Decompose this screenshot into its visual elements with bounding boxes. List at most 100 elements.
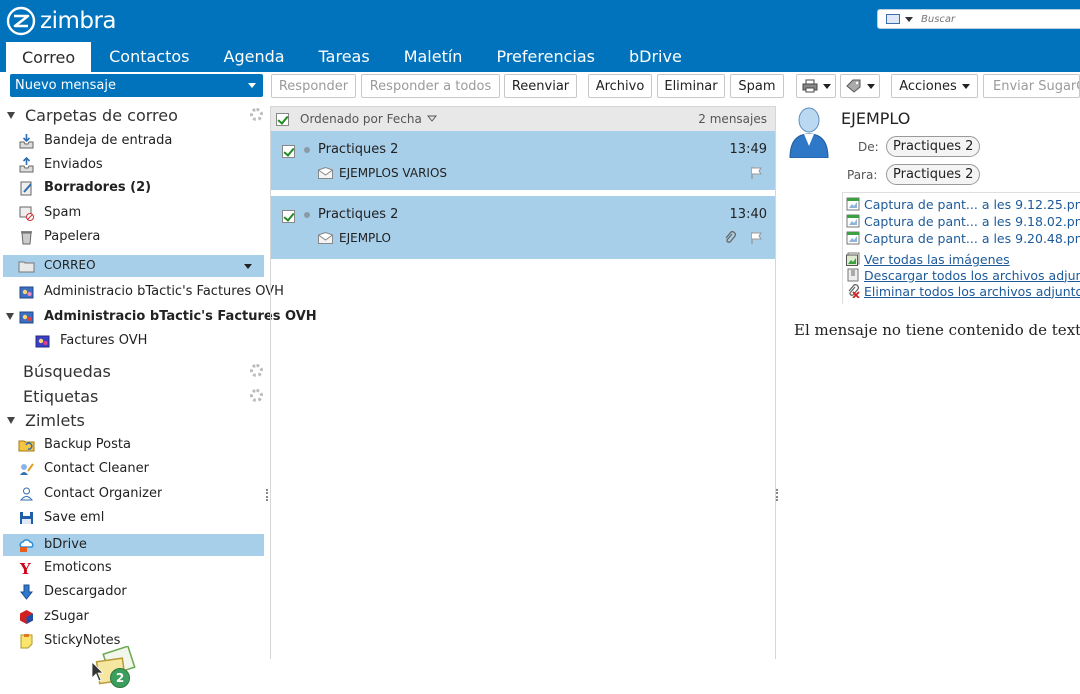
forward-button[interactable]: Reenviar [504, 74, 577, 98]
envelope-icon [318, 167, 333, 179]
folder-correo[interactable]: CORREO [3, 255, 264, 277]
splitter-handle[interactable] [266, 489, 268, 501]
tab-bdrive[interactable]: bDrive [613, 42, 698, 70]
zimbra-logo[interactable]: zimbra [6, 6, 117, 36]
zimlet-label: zSugar [44, 609, 89, 624]
folder-drafts[interactable]: Borradores (2) [0, 177, 265, 199]
send-sugarcrm-button[interactable]: Enviar SugarCRM [983, 74, 1080, 98]
mail-search-type-icon[interactable] [886, 14, 900, 24]
select-all-checkbox[interactable] [276, 112, 289, 126]
zimlet-label: Emoticons [44, 560, 112, 575]
zimlet-label: Descargador [44, 584, 127, 599]
reading-pane: EJEMPLO De: Practiques 2 Para: Practique… [781, 100, 1080, 659]
zimlet-emoticons[interactable]: Y Emoticons [0, 557, 265, 579]
view-all-images-label: Ver todas las imágenes [864, 251, 1010, 267]
collapse-triangle-icon[interactable] [7, 111, 15, 119]
download-all-label: Descargar todos los archivos adjuntos [864, 267, 1080, 283]
folder-trash[interactable]: Papelera [0, 226, 265, 248]
tags-header[interactable]: Etiquetas [0, 384, 265, 408]
list-header: Ordenado por Fecha 2 mensajes [271, 107, 775, 131]
folder-factures-ovh[interactable]: Factures OVH [0, 330, 265, 352]
message-checkbox[interactable] [282, 210, 295, 223]
zimbra-logo-icon [6, 6, 36, 36]
recipient-pill[interactable]: Practiques 2 [886, 164, 981, 185]
contact-avatar-icon [789, 107, 829, 158]
attachment-name: Captura de pant... a les 9.12.25.png [864, 196, 1080, 212]
zimlet-zsugar[interactable]: zSugar [0, 606, 265, 628]
chevron-down-icon[interactable] [244, 264, 252, 269]
chevron-down-icon[interactable] [905, 16, 913, 22]
folder-spam[interactable]: Spam [0, 202, 265, 224]
flag-icon[interactable] [749, 166, 763, 180]
tab-preferencias[interactable]: Preferencias [480, 42, 611, 70]
message-checkbox[interactable] [282, 145, 295, 158]
collapse-triangle-icon[interactable] [7, 416, 15, 424]
message-subject: EJEMPLO [339, 231, 391, 245]
new-message-button[interactable]: Nuevo mensaje [10, 74, 263, 97]
sent-icon [19, 157, 34, 173]
folder-sent[interactable]: Enviados [0, 154, 265, 176]
search-bar[interactable] [877, 9, 1080, 29]
attachments-panel: Captura de pant... a les 9.12.25.png Cap… [842, 192, 1080, 304]
folder-label: Papelera [44, 229, 101, 244]
message-from: Practiques 2 [318, 142, 399, 157]
tab-maletin[interactable]: Maletín [388, 42, 479, 70]
mail-folders-header[interactable]: Carpetas de correo [0, 103, 265, 127]
expand-triangle-icon[interactable] [6, 313, 14, 320]
zimlet-descargador[interactable]: Descargador [0, 581, 265, 603]
chevron-down-icon[interactable] [822, 83, 831, 89]
archive-button[interactable]: Archivo [588, 74, 652, 98]
tab-tareas[interactable]: Tareas [303, 42, 386, 70]
folder-label: Spam [44, 205, 82, 220]
folder-inbox[interactable]: Bandeja de entrada [0, 130, 265, 152]
tab-agenda[interactable]: Agenda [208, 42, 301, 70]
gear-icon[interactable] [250, 389, 263, 402]
contact-cleaner-icon [20, 463, 34, 475]
tab-correo[interactable]: Correo [6, 42, 92, 72]
attachment-link[interactable]: Captura de pant... a les 9.12.25.png [846, 196, 1080, 212]
attachment-link[interactable]: Captura de pant... a les 9.18.02.png [846, 213, 1080, 229]
folder-shared-ovh[interactable]: Administracio bTactic's Factures OVH [0, 281, 284, 303]
download-all-link[interactable]: Descargar todos los archivos adjuntos [846, 267, 1080, 283]
flag-icon[interactable] [749, 231, 763, 245]
sort-label[interactable]: Ordenado por Fecha [300, 112, 422, 126]
splitter-handle[interactable] [776, 489, 778, 501]
zimlet-contact-cleaner[interactable]: Contact Cleaner [0, 458, 265, 480]
read-status-dot[interactable] [304, 147, 310, 153]
search-input[interactable] [921, 13, 1061, 25]
shared-folder-icon [19, 311, 34, 324]
reply-button[interactable]: Responder [271, 74, 356, 98]
zimlets-header[interactable]: Zimlets [0, 408, 265, 432]
chevron-down-icon[interactable] [866, 83, 875, 89]
view-all-images-link[interactable]: Ver todas las imágenes [846, 251, 1010, 267]
folder-shared-ovh-bold[interactable]: Administracio bTactic's Factures OVH [0, 306, 317, 328]
remove-all-link[interactable]: Eliminar todos los archivos adjuntos [846, 283, 1080, 299]
message-row[interactable]: Practiques 2 13:40 EJEMPLO [271, 196, 775, 260]
folder-label: Bandeja de entrada [44, 133, 173, 148]
read-status-dot[interactable] [304, 212, 310, 218]
searches-header[interactable]: Búsquedas [0, 359, 265, 383]
zimlet-bdrive[interactable]: bDrive [3, 534, 264, 556]
chevron-down-icon[interactable] [248, 83, 256, 88]
sender-pill[interactable]: Practiques 2 [886, 136, 981, 157]
gear-icon[interactable] [250, 108, 263, 121]
folder-label: CORREO [44, 258, 96, 272]
zimlet-contact-organizer[interactable]: Contact Organizer [0, 483, 265, 505]
delete-button[interactable]: Eliminar [657, 74, 725, 98]
spam-button[interactable]: Spam [730, 74, 784, 98]
remove-all-label: Eliminar todos los archivos adjuntos [864, 283, 1080, 299]
gear-icon[interactable] [250, 364, 263, 377]
actions-button[interactable]: Acciones [891, 74, 978, 98]
zimlet-backup-posta[interactable]: Backup Posta [0, 434, 265, 456]
zimlet-save-eml[interactable]: Save eml [0, 507, 265, 529]
message-row[interactable]: Practiques 2 13:49 EJEMPLOS VARIOS [271, 131, 775, 191]
logo-text: zimbra [40, 8, 117, 34]
chevron-down-icon[interactable] [961, 83, 970, 89]
tag-button[interactable] [840, 74, 880, 98]
sort-descending-icon[interactable] [426, 114, 437, 124]
svg-text:Y: Y [19, 560, 31, 576]
reply-all-button[interactable]: Responder a todos [361, 74, 500, 98]
tab-contactos[interactable]: Contactos [93, 42, 205, 70]
attachment-link[interactable]: Captura de pant... a les 9.20.48.png [846, 230, 1080, 246]
print-button[interactable] [796, 74, 836, 98]
